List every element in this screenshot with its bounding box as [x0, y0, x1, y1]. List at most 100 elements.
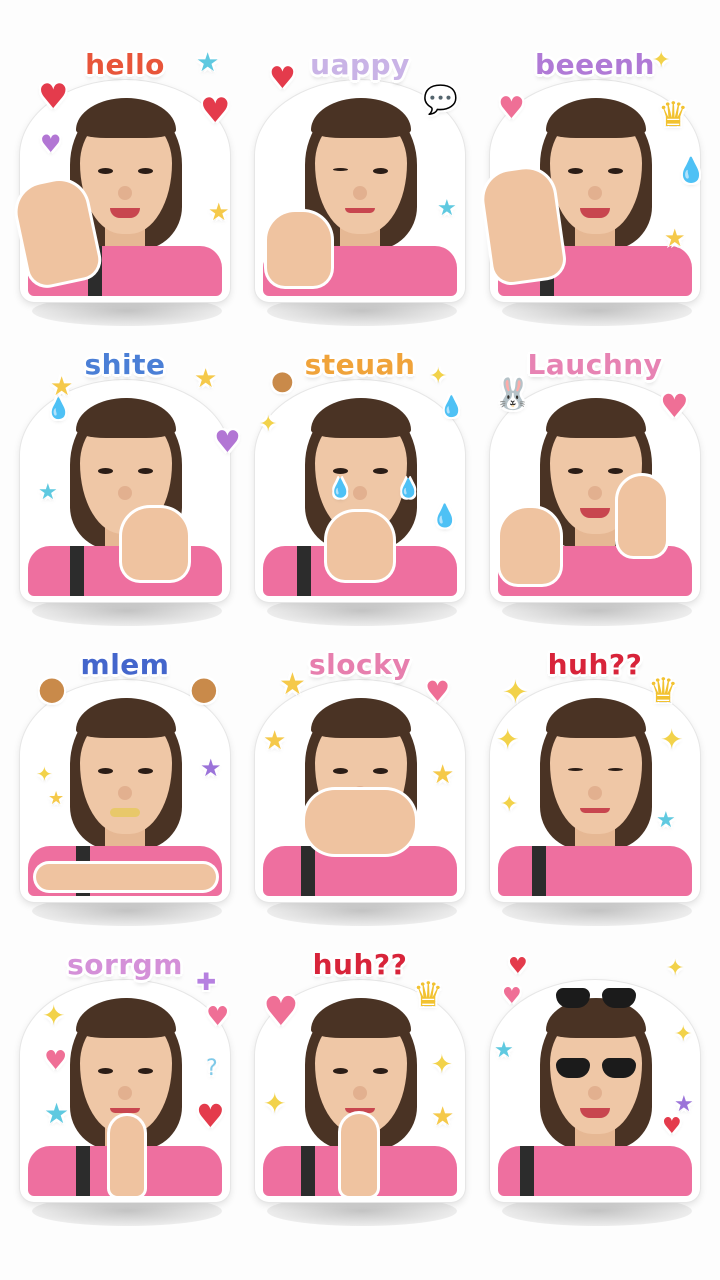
nose — [353, 186, 367, 200]
sticker-uappy[interactable]: uappy ♥ 💬 ★ — [245, 40, 475, 340]
left-eye — [333, 768, 348, 774]
star-icon: ★ — [263, 726, 287, 756]
nose — [588, 486, 602, 500]
pink-heart-icon: ♥ — [263, 989, 299, 1035]
bag-strap — [301, 846, 315, 896]
sticker-beeenh[interactable]: beeenh ♥ ♛ ✦ 💧 ★ — [480, 40, 710, 340]
right-eye — [608, 168, 623, 174]
heart-icon: ♥ — [269, 61, 296, 96]
praying-hands — [110, 1116, 144, 1196]
sparkle-icon: ✦ — [259, 412, 278, 437]
blue-star-icon: ★ — [494, 1038, 514, 1063]
cookie-icon: ● — [38, 669, 66, 707]
bag-strap — [297, 546, 311, 596]
bunny-icon: 🐰 — [494, 377, 532, 412]
nose — [353, 1086, 367, 1100]
pink-shirt — [498, 846, 692, 896]
bag-strap — [301, 1146, 315, 1196]
nose — [588, 186, 602, 200]
cookie-icon: ● — [190, 669, 218, 707]
star-icon: ★ — [664, 224, 686, 252]
speech-bubble-icon: 💬 — [423, 83, 458, 116]
sparkle-icon: ✦ — [429, 364, 448, 389]
droplet-icon: 💧 — [431, 504, 459, 529]
sticker-hello[interactable]: hello ♥ ♥ ★ ♥ ★ — [10, 40, 240, 340]
blue-star-icon: ★ — [44, 1097, 70, 1130]
thumbs-up-hand — [267, 212, 331, 286]
plus-icon: ✚ — [196, 968, 217, 996]
heart-icon: ♥ — [508, 954, 528, 979]
pink-heart-icon: ♥ — [44, 1046, 68, 1076]
tear-drop-icon: 💧 — [329, 478, 352, 499]
sticker-mlem[interactable]: mlem ● ● ✦ ★ ★ — [10, 640, 240, 940]
pout — [110, 1108, 140, 1113]
sticker-label: beeenh — [535, 48, 655, 81]
mouth-with-food — [110, 808, 140, 817]
crown-icon: ♛ — [648, 671, 679, 711]
hands-on-chin — [305, 790, 415, 854]
sticker-shite[interactable]: shite ★ ★ 💧 ♥ ★ — [10, 340, 241, 640]
right-eye — [138, 168, 153, 174]
smirk — [345, 208, 375, 213]
sparkle-icon: ✦ — [660, 723, 684, 756]
nose — [353, 486, 367, 500]
star-icon: ★ — [279, 667, 306, 702]
tear-drop-icon: 💧 — [397, 478, 420, 499]
purple-star-icon: ★ — [674, 1092, 694, 1117]
right-eye — [373, 468, 388, 474]
purple-heart-icon: ♥ — [214, 425, 241, 460]
droplet-icon: 💧 — [676, 156, 706, 184]
left-eye — [98, 1068, 113, 1074]
sticker-sunglasses[interactable]: ♥ ✦ ♥ ✦ ★ ★ ♥ — [480, 940, 710, 1240]
nose — [588, 1086, 602, 1100]
right-eye — [608, 468, 623, 474]
sparkle-icon: ✦ — [36, 762, 53, 786]
right-eye — [373, 168, 388, 174]
blue-star-icon: ★ — [38, 480, 58, 505]
star-icon: ★ — [194, 364, 218, 394]
right-eye — [373, 1068, 388, 1074]
purple-heart-icon: ♥ — [40, 130, 62, 158]
sticker-huh[interactable]: huh?? ✦ ♛ ✦ ✦ ✦ ★ — [480, 640, 710, 940]
sticker-slocky[interactable]: slocky ★ ♥ ★ ★ — [245, 640, 475, 940]
bag-strap — [70, 546, 84, 596]
sunglasses-icon — [556, 1058, 636, 1080]
pink-heart-icon: ♥ — [425, 675, 451, 708]
crown-icon: ♛ — [658, 95, 689, 135]
left-eye — [333, 468, 348, 474]
sticker-lauchny[interactable]: Lauchny 🐰 ♥ — [480, 340, 710, 640]
star-icon: ★ — [431, 760, 455, 790]
question-icon: ? — [206, 1056, 218, 1081]
heart-icon: ♥ — [200, 91, 231, 131]
left-eye — [568, 468, 583, 474]
nose — [118, 486, 132, 500]
pink-heart-icon: ♥ — [660, 387, 689, 425]
heart-icon: ♥ — [662, 1114, 682, 1139]
heart-icon: ♥ — [38, 77, 69, 117]
thumbs-up-hand — [500, 508, 560, 584]
sparkle-icon: ✦ — [500, 792, 519, 817]
pink-heart-icon: ♥ — [502, 984, 522, 1009]
sparkle-icon: ✦ — [666, 956, 685, 981]
blue-star-icon: ★ — [656, 808, 676, 833]
sparkle-icon: ✦ — [263, 1087, 287, 1120]
sticker-sorrgm[interactable]: sorrgm ✚ ✦ ♥ ♥ ? ★ ♥ — [10, 940, 240, 1240]
pursed-lips — [580, 808, 610, 813]
sunglasses-on-head-icon — [556, 988, 636, 1010]
left-eye — [98, 168, 113, 174]
blue-star-icon: ★ — [437, 196, 457, 221]
purple-star-icon: ★ — [200, 754, 222, 782]
nose — [118, 1086, 132, 1100]
nose — [588, 786, 602, 800]
heart-icon: ♥ — [196, 1097, 225, 1135]
sticker-huh[interactable]: huh?? ♥ ♛ ✦ ✦ ★ — [245, 940, 475, 1240]
sticker-steuah[interactable]: 💧 💧 steuah ● ✦ 💧 ✦ 💧 — [245, 340, 475, 640]
star-icon: ★ — [431, 1102, 455, 1132]
left-eye — [333, 1068, 348, 1074]
winking-eye — [333, 168, 348, 171]
sparkle-icon: ✦ — [674, 1022, 693, 1047]
right-eye — [138, 768, 153, 774]
pink-heart-icon: ♥ — [498, 91, 525, 126]
hands-to-mouth — [327, 512, 393, 580]
sparkle-icon: ✦ — [502, 673, 529, 711]
